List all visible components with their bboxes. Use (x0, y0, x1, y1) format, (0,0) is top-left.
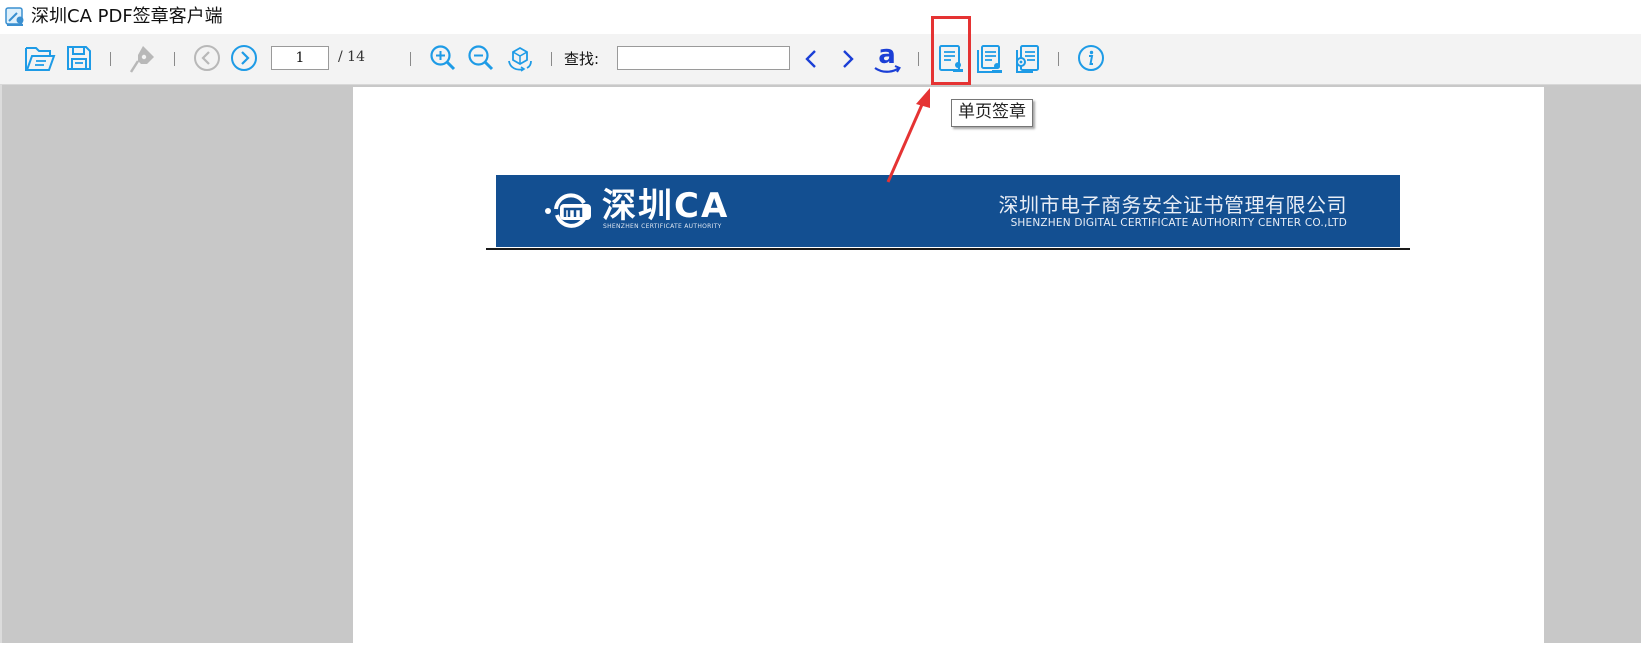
seam-sign-icon[interactable] (1013, 43, 1041, 75)
find-input[interactable] (617, 46, 790, 70)
multi-page-sign-icon[interactable] (975, 43, 1003, 75)
single-page-sign-icon[interactable] (937, 43, 965, 75)
title-bar: 深圳CA PDF签章客户端 (0, 0, 1641, 34)
toolbar-separator (110, 52, 111, 66)
folder-open-icon[interactable] (24, 44, 56, 72)
company-name-en: SHENZHEN DIGITAL CERTIFICATE AUTHORITY C… (1010, 217, 1347, 229)
rotate-cube-icon[interactable] (505, 43, 535, 73)
svg-text:a: a (878, 41, 896, 70)
logo-text: 深圳CA (602, 186, 730, 226)
company-name-cn: 深圳市电子商务安全证书管理有限公司 (998, 193, 1347, 217)
tooltip: 单页签章 (951, 99, 1033, 127)
toolbar-separator (410, 52, 411, 66)
page-number-input[interactable] (271, 46, 329, 70)
zoom-out-icon[interactable] (467, 44, 495, 72)
document-header-banner: 深圳CA SHENZHEN CERTIFICATE AUTHORITY 深圳市电… (496, 175, 1400, 247)
toolbar-separator (1058, 52, 1059, 66)
window-title: 深圳CA PDF签章客户端 (31, 6, 223, 27)
find-label: 查找: (564, 50, 600, 68)
toolbar: / 14 查找: (0, 34, 1641, 85)
logo-subtext: SHENZHEN CERTIFICATE AUTHORITY (603, 223, 722, 230)
page-total: / 14 (338, 49, 365, 65)
amazon-icon[interactable]: a (872, 41, 902, 75)
annotation-arrow-icon (880, 86, 940, 190)
info-icon[interactable] (1077, 44, 1105, 72)
pen-nib-icon[interactable] (127, 43, 159, 75)
shenzhen-ca-logo-icon (544, 187, 598, 237)
save-icon[interactable] (65, 44, 93, 72)
toolbar-separator (174, 52, 175, 66)
toolbar-separator (918, 52, 919, 66)
circle-chevron-right-icon[interactable] (230, 44, 258, 72)
chevron-right-icon[interactable] (840, 48, 856, 70)
chevron-left-icon[interactable] (803, 48, 819, 70)
circle-chevron-left-icon[interactable] (193, 44, 221, 72)
header-divider (486, 248, 1410, 250)
pdf-page[interactable]: 深圳CA SHENZHEN CERTIFICATE AUTHORITY 深圳市电… (353, 87, 1544, 647)
zoom-in-icon[interactable] (429, 44, 457, 72)
toolbar-separator (551, 52, 552, 66)
app-seal-icon (3, 5, 27, 29)
pdf-viewer[interactable]: 深圳CA SHENZHEN CERTIFICATE AUTHORITY 深圳市电… (0, 85, 1641, 647)
